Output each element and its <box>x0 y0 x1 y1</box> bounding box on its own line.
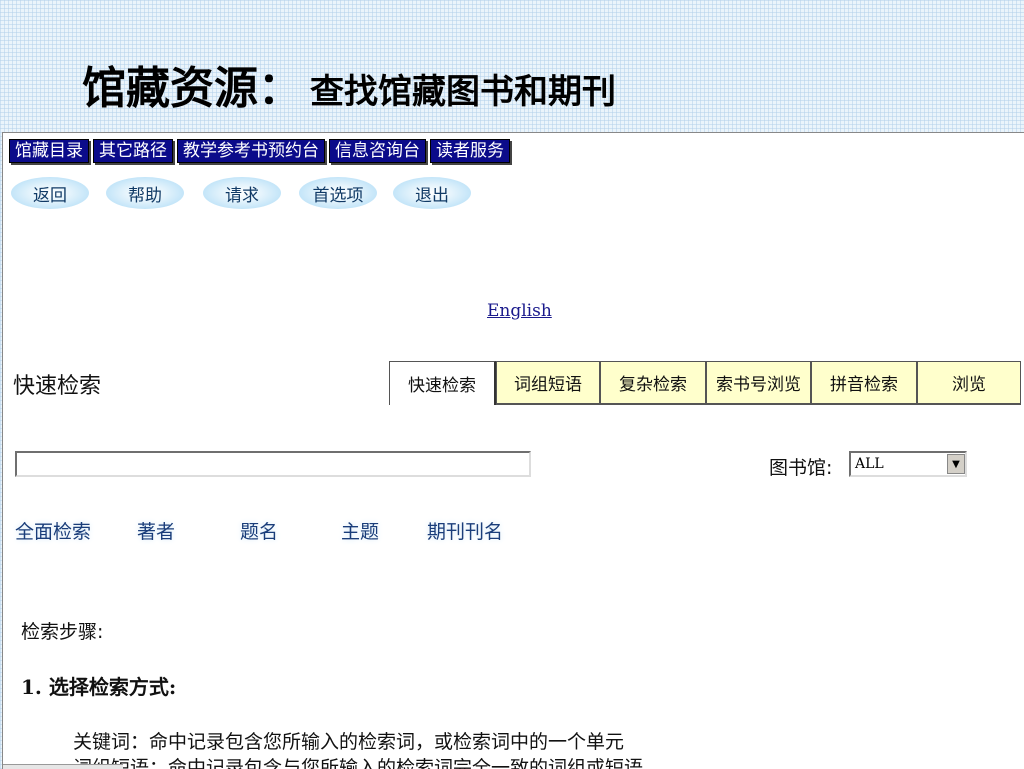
nav-course-reserves[interactable]: 教学参考书预约台 <box>177 139 325 163</box>
library-select-value: ALL <box>855 456 884 472</box>
tab-advanced[interactable]: 复杂检索 <box>600 361 706 405</box>
search-input[interactable] <box>15 451 531 477</box>
tab-browse[interactable]: 浏览 <box>917 361 1021 405</box>
search-tabs: 快速检索 词组短语 复杂检索 索书号浏览 拼音检索 浏览 <box>389 361 1021 405</box>
tab-phrase[interactable]: 词组短语 <box>496 361 600 405</box>
steps-title: 检索步骤: <box>21 621 104 643</box>
step-1-heading: 1. 选择检索方式: <box>21 675 177 699</box>
tab-pinyin[interactable]: 拼音检索 <box>811 361 917 405</box>
dropdown-arrow-icon[interactable]: ▼ <box>947 454 965 474</box>
library-label: 图书馆: <box>769 457 833 479</box>
slide-title-sub: 查找馆藏图书和期刊 <box>310 72 616 112</box>
search-type-all[interactable]: 全面检索 <box>15 517 91 544</box>
step-1-phrase-desc: 词组短语：命中记录包含与您所输入的检索词完全一致的词组或短语 <box>73 757 644 769</box>
search-type-author[interactable]: 著者 <box>137 517 175 544</box>
top-navigation: 馆藏目录 其它路径 教学参考书预约台 信息咨询台 读者服务 <box>9 139 510 163</box>
search-page-title: 快速检索 <box>13 374 102 399</box>
catalog-screenshot: 馆藏目录 其它路径 教学参考书预约台 信息咨询台 读者服务 返回 帮助 请求 首… <box>2 132 1024 769</box>
exit-button[interactable]: 退出 <box>393 177 471 209</box>
nav-catalog[interactable]: 馆藏目录 <box>9 139 89 163</box>
tab-quick-search[interactable]: 快速检索 <box>389 361 496 405</box>
library-select[interactable]: ALL ▼ <box>849 451 967 477</box>
back-button[interactable]: 返回 <box>11 177 89 209</box>
horizontal-scrollbar[interactable] <box>3 764 123 769</box>
search-type-subject[interactable]: 主题 <box>341 517 379 544</box>
tab-call-number[interactable]: 索书号浏览 <box>706 361 811 405</box>
request-button[interactable]: 请求 <box>203 177 281 209</box>
search-type-journal[interactable]: 期刊刊名 <box>427 517 503 544</box>
nav-other-paths[interactable]: 其它路径 <box>93 139 173 163</box>
step-1-keyword-desc: 关键词：命中记录包含您所输入的检索词，或检索词中的一个单元 <box>73 731 625 753</box>
help-button[interactable]: 帮助 <box>106 177 184 209</box>
nav-info-desk[interactable]: 信息咨询台 <box>329 139 426 163</box>
english-link[interactable]: English <box>487 301 552 321</box>
search-type-title[interactable]: 题名 <box>240 517 278 544</box>
preferences-button[interactable]: 首选项 <box>299 177 377 209</box>
nav-reader-services[interactable]: 读者服务 <box>430 139 510 163</box>
slide-title-main: 馆藏资源： <box>82 63 302 114</box>
slide-title: 馆藏资源： 查找馆藏图书和期刊 <box>82 52 616 122</box>
